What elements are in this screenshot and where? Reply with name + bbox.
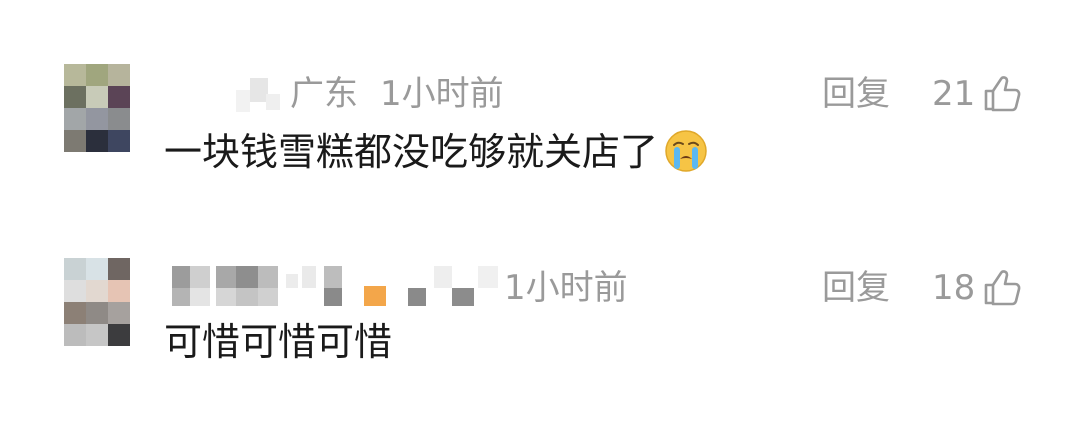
crying-face-icon (665, 130, 707, 172)
comment-item: 广东 1小时前 回复 21 一块钱雪糕都没吃够就关店了 (0, 0, 1080, 210)
comment-text: 一块钱雪糕都没吃够就关店了 (164, 126, 708, 178)
comment-item: 1小时前 回复 18 可惜可惜可惜 (0, 210, 1080, 424)
comment-text: 可惜可惜可惜 (164, 320, 393, 364)
like-count: 18 (932, 268, 976, 308)
comment-time: 1小时前 (504, 268, 628, 308)
thumbs-up-icon[interactable] (982, 74, 1022, 112)
reply-button[interactable]: 回复 (822, 262, 890, 314)
comment-meta: 广东 1小时前 回复 21 (0, 68, 1080, 128)
username-blurred[interactable] (172, 266, 500, 306)
comment-location: 广东 (290, 74, 358, 114)
reply-button[interactable]: 回复 (822, 68, 890, 120)
comment-meta: 1小时前 回复 18 (0, 262, 1080, 322)
thumbs-up-icon[interactable] (982, 268, 1022, 306)
comment-time: 1小时前 (380, 74, 504, 114)
username-blurred[interactable] (236, 72, 282, 112)
like-count: 21 (932, 74, 976, 114)
